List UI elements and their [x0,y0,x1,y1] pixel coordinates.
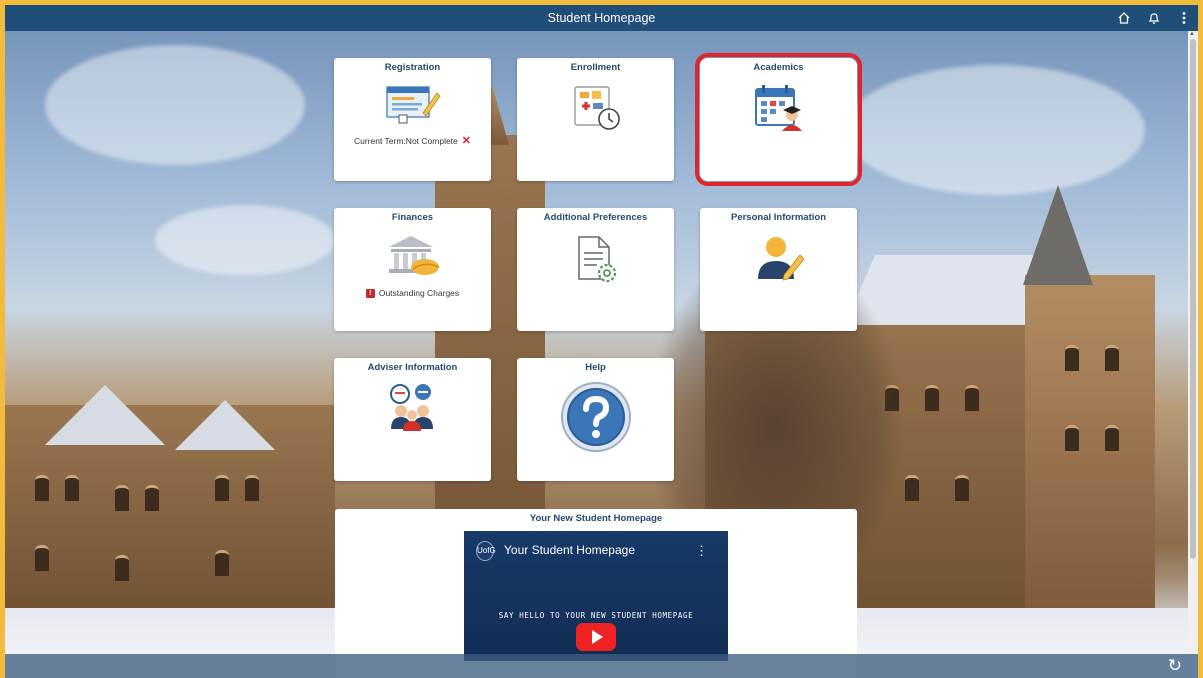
tile-title: Additional Preferences [543,212,648,223]
registration-form-icon [385,83,441,130]
student-homepage-video-tile: Your New Student Homepage UofG Your Stud… [335,509,857,678]
tile-title: Help [585,362,606,373]
vertical-scrollbar[interactable]: ▲ [1188,31,1198,654]
finances-status-text: Outstanding Charges [378,288,460,298]
tile-title: Academics [753,62,804,73]
registration-status-text: Current Term:Not Complete [354,135,458,146]
refresh-icon[interactable]: ↻ [1168,656,1182,676]
tile-academics[interactable]: Academics [695,53,862,186]
tile-personal-information[interactable]: Personal Information [700,208,857,331]
video-subtitle: SAY HELLO TO YOUR NEW STUDENT HOMEPAGE [498,611,694,620]
x-icon: ✕ [461,135,471,147]
adviser-chat-icon [385,383,441,436]
video-tile-title: Your New Student Homepage [529,513,663,524]
tile-enrollment[interactable]: Enrollment [517,58,674,181]
tile-title: Registration [384,62,441,73]
registration-status: Current Term:Not Complete ✕ [354,134,471,147]
alert-icon: ! [365,288,375,298]
tile-registration[interactable]: Registration Current Term:Not Complete ✕ [334,58,491,181]
tile-title: Finances [391,212,434,223]
scrollbar-thumb[interactable] [1190,39,1196,559]
kebab-menu-icon[interactable] [1176,10,1192,26]
university-logo: UofG [476,541,496,561]
page-title: Student Homepage [547,11,656,25]
video-menu-icon[interactable]: ⋮ [695,543,708,559]
top-bar: Student Homepage [5,5,1198,31]
header-actions [1116,5,1192,31]
play-button-icon[interactable] [576,623,616,651]
enrollment-clipboard-icon [569,83,623,138]
tile-title: Personal Information [730,212,826,223]
tile-title: Enrollment [570,62,621,73]
finances-status: ! Outstanding Charges [365,288,460,298]
youtube-video-player[interactable]: UofG Your Student Homepage ⋮ SAY HELLO T… [464,531,728,661]
scroll-up-arrow-icon[interactable]: ▲ [1189,31,1195,37]
tile-title: Adviser Information [367,362,458,373]
question-mark-icon [558,379,634,460]
person-edit-icon [752,233,806,288]
finances-bank-icon [383,233,443,284]
tile-help[interactable]: Help [517,358,674,481]
app-frame: Student Homepage Registration Current Te… [5,5,1198,678]
video-title[interactable]: Your Student Homepage [504,543,635,557]
bell-icon[interactable] [1146,10,1162,26]
document-gear-icon [571,233,621,290]
academics-calendar-icon [752,83,806,138]
tile-finances[interactable]: Finances ! Outstanding Charges [334,208,491,331]
tile-additional-preferences[interactable]: Additional Preferences [517,208,674,331]
home-icon[interactable] [1116,10,1132,26]
tile-adviser-information[interactable]: Adviser Information [334,358,491,481]
bottom-bar: ↻ [5,654,1198,678]
